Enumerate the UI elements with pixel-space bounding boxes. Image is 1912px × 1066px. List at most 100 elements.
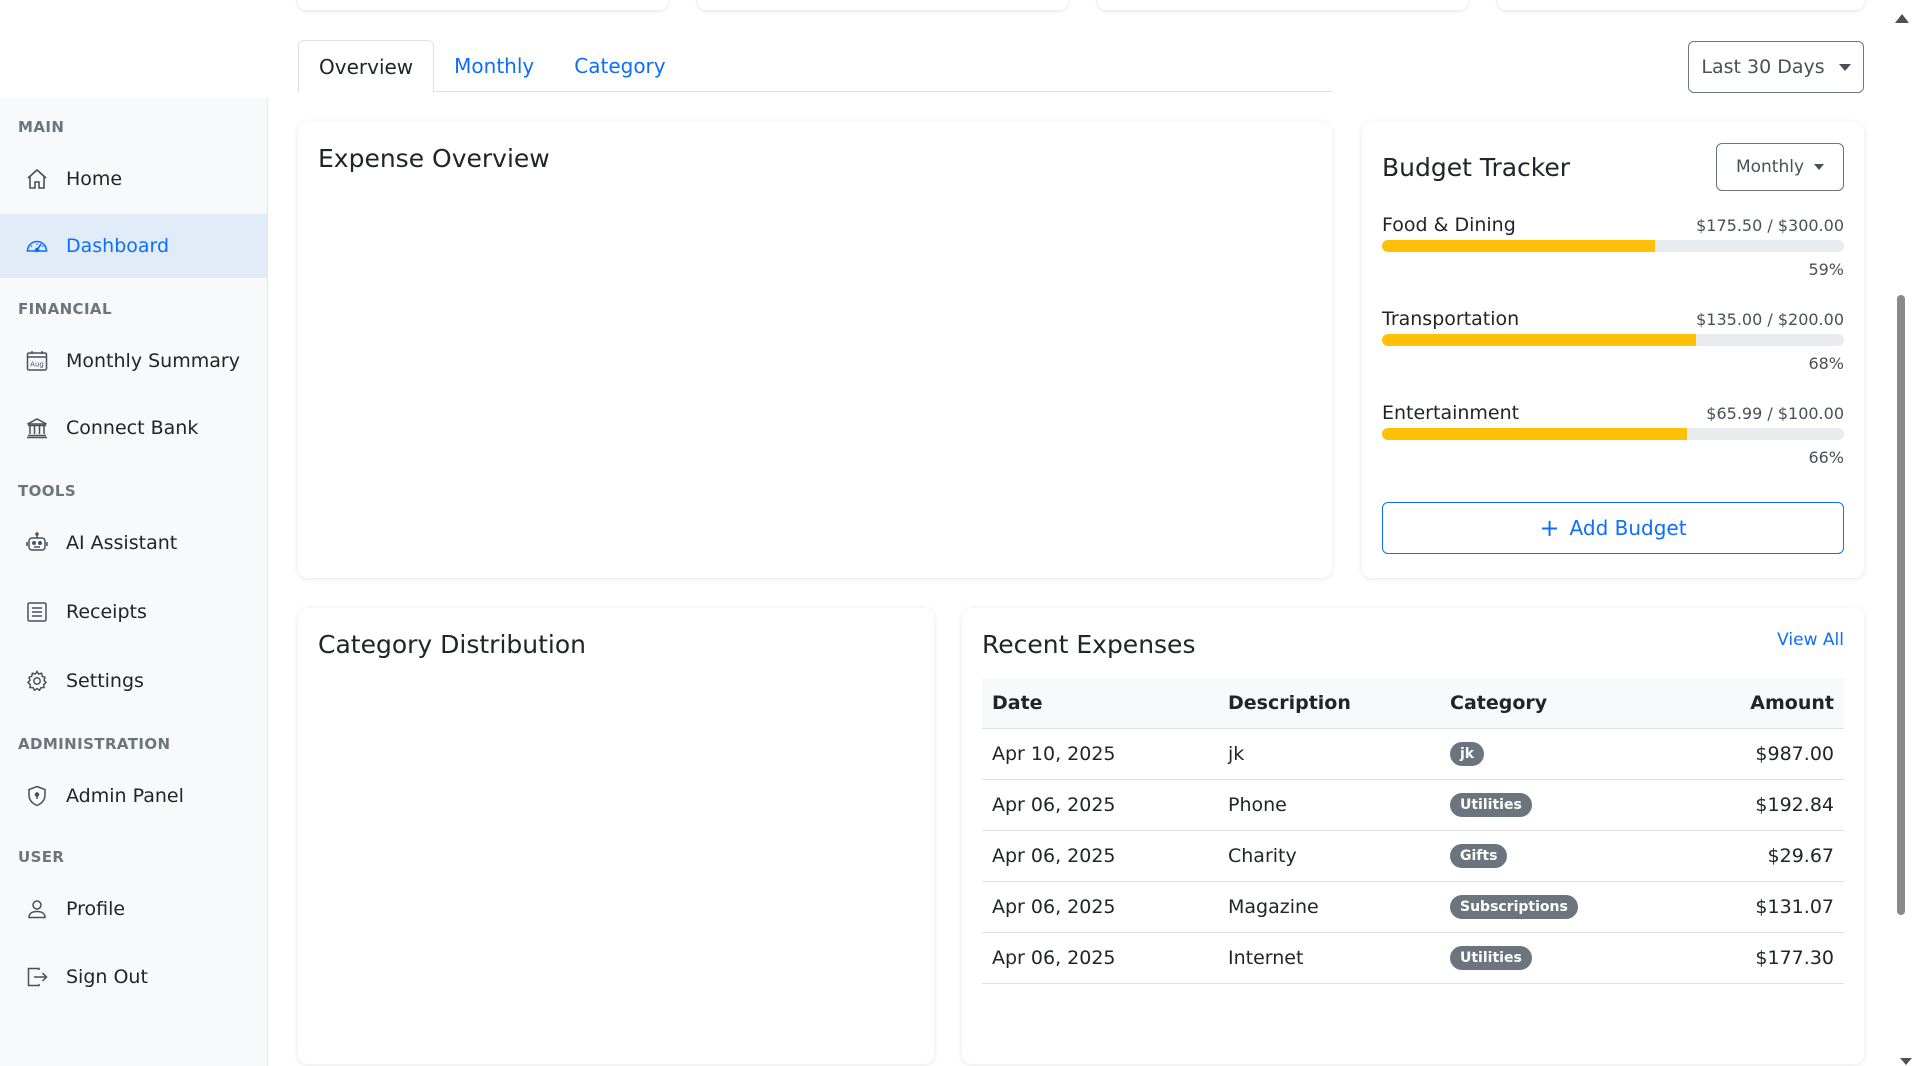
tab-overview[interactable]: Overview (298, 40, 435, 93)
sidebar-item-monthly-summary[interactable]: Aug Monthly Summary (0, 329, 267, 393)
home-icon (24, 166, 50, 192)
table-row[interactable]: Apr 06, 2025 Magazine Subscriptions $131… (982, 881, 1844, 933)
stat-card (1098, 0, 1468, 10)
sign-out-icon (24, 964, 50, 990)
top-stat-cards (0, 0, 1890, 10)
budget-progress-fill (1382, 334, 1697, 346)
expense-description: Phone (1218, 779, 1440, 831)
view-all-link[interactable]: View All (1777, 630, 1844, 650)
add-budget-label: Add Budget (1569, 516, 1687, 540)
budget-item-label: Food & Dining (1382, 214, 1516, 236)
caret-down-icon (1838, 63, 1851, 71)
sidebar-item-profile[interactable]: Profile (0, 877, 267, 941)
budget-progress-track (1382, 334, 1844, 346)
category-badge: Gifts (1450, 844, 1508, 868)
budget-progress-fill (1382, 428, 1687, 440)
expense-amount: $29.67 (1680, 830, 1844, 882)
expense-amount: $192.84 (1680, 779, 1844, 831)
sidebar-item-settings[interactable]: Settings (0, 649, 267, 713)
category-badge: Utilities (1450, 793, 1532, 817)
column-header-amount: Amount (1680, 678, 1844, 729)
date-range-label: Last 30 Days (1701, 56, 1825, 78)
expense-category-cell: Subscriptions (1440, 881, 1680, 933)
sidebar-item-admin-panel[interactable]: Admin Panel (0, 764, 267, 828)
gear-icon (24, 668, 50, 694)
expense-date: Apr 10, 2025 (982, 728, 1218, 780)
receipt-icon (24, 599, 50, 625)
sidebar-item-connect-bank[interactable]: Connect Bank (0, 396, 267, 460)
budget-item-amount: $135.00 / $200.00 (1696, 310, 1844, 329)
expense-amount: $177.30 (1680, 932, 1844, 984)
card-title: Expense Overview (318, 144, 550, 173)
caret-down-icon (1814, 164, 1825, 170)
budget-item-amount: $175.50 / $300.00 (1696, 216, 1844, 235)
category-badge: Utilities (1450, 946, 1532, 970)
table-row[interactable]: Apr 10, 2025 jk jk $987.00 (982, 728, 1844, 780)
budget-item-percent: 66% (1808, 448, 1844, 467)
table-header-row: Date Description Category Amount (982, 678, 1844, 729)
expense-date: Apr 06, 2025 (982, 881, 1218, 933)
sidebar-section-tools: TOOLS (18, 482, 77, 500)
table-row[interactable]: Apr 06, 2025 Internet Utilities $177.30 (982, 932, 1844, 984)
expense-date: Apr 06, 2025 (982, 830, 1218, 882)
sidebar-item-label: Home (66, 168, 123, 190)
expense-date: Apr 06, 2025 (982, 932, 1218, 984)
expense-description: Internet (1218, 932, 1440, 984)
column-header-date: Date (982, 678, 1218, 729)
expense-description: Magazine (1218, 881, 1440, 933)
expense-description: jk (1218, 728, 1440, 780)
sidebar-item-receipts[interactable]: Receipts (0, 580, 267, 644)
dashboard-tabs: Overview Monthly Category (298, 40, 1332, 93)
expense-category-cell: Utilities (1440, 932, 1680, 984)
sidebar-item-label: Connect Bank (66, 417, 199, 439)
expense-category-cell: jk (1440, 728, 1680, 780)
sidebar-item-dashboard[interactable]: Dashboard (0, 214, 267, 278)
sidebar-item-home[interactable]: Home (0, 147, 267, 211)
plus-icon: + (1539, 514, 1560, 542)
date-range-dropdown[interactable]: Last 30 Days (1688, 41, 1864, 93)
expense-amount: $987.00 (1680, 728, 1844, 780)
recent-expenses-card: Recent Expenses View All Date Descriptio… (962, 608, 1864, 1064)
sidebar-section-user: USER (18, 848, 65, 866)
sidebar-section-administration: ADMINISTRATION (18, 735, 171, 753)
scroll-thumb[interactable] (1897, 295, 1905, 915)
budget-tracker-card: Budget Tracker Monthly Food & Dining $17… (1362, 122, 1864, 578)
expense-amount: $131.07 (1680, 881, 1844, 933)
category-badge: jk (1450, 742, 1485, 766)
column-header-category: Category (1440, 678, 1680, 729)
budget-item-label: Transportation (1382, 308, 1520, 330)
budget-item-percent: 59% (1808, 260, 1844, 279)
add-budget-button[interactable]: + Add Budget (1382, 502, 1844, 554)
expense-date: Apr 06, 2025 (982, 779, 1218, 831)
sidebar-item-label: Profile (66, 898, 126, 920)
budget-progress-track (1382, 240, 1844, 252)
stat-card (298, 0, 668, 10)
sidebar-section-financial: FINANCIAL (18, 300, 112, 318)
expense-category-cell: Utilities (1440, 779, 1680, 831)
card-title: Category Distribution (318, 630, 586, 659)
scroll-up-arrow-icon[interactable] (1895, 14, 1909, 23)
table-row[interactable]: Apr 06, 2025 Charity Gifts $29.67 (982, 830, 1844, 882)
budget-item-percent: 68% (1808, 354, 1844, 373)
tab-category[interactable]: Category (554, 40, 685, 92)
budget-period-dropdown[interactable]: Monthly (1716, 143, 1844, 191)
card-title: Budget Tracker (1382, 153, 1571, 182)
budget-item-label: Entertainment (1382, 402, 1520, 424)
sidebar-item-ai-assistant[interactable]: AI Assistant (0, 511, 267, 575)
card-title: Recent Expenses (982, 630, 1196, 659)
sidebar: MAIN Home Dashboard FINANCIAL Aug Monthl… (0, 98, 268, 1066)
page-scrollbar[interactable] (1890, 0, 1912, 1066)
budget-progress-track (1382, 428, 1844, 440)
category-badge: Subscriptions (1450, 895, 1578, 919)
stat-card (698, 0, 1068, 10)
stat-card (1498, 0, 1864, 10)
bank-icon (24, 415, 50, 441)
expense-overview-card: Expense Overview (298, 122, 1332, 578)
sidebar-item-sign-out[interactable]: Sign Out (0, 945, 267, 1009)
speedometer-icon (24, 233, 50, 259)
scroll-down-arrow-icon[interactable] (1900, 1058, 1912, 1065)
budget-period-label: Monthly (1735, 157, 1805, 177)
expenses-table: Date Description Category Amount Apr 10,… (982, 678, 1844, 984)
table-row[interactable]: Apr 06, 2025 Phone Utilities $192.84 (982, 779, 1844, 831)
tab-monthly[interactable]: Monthly (434, 40, 554, 92)
